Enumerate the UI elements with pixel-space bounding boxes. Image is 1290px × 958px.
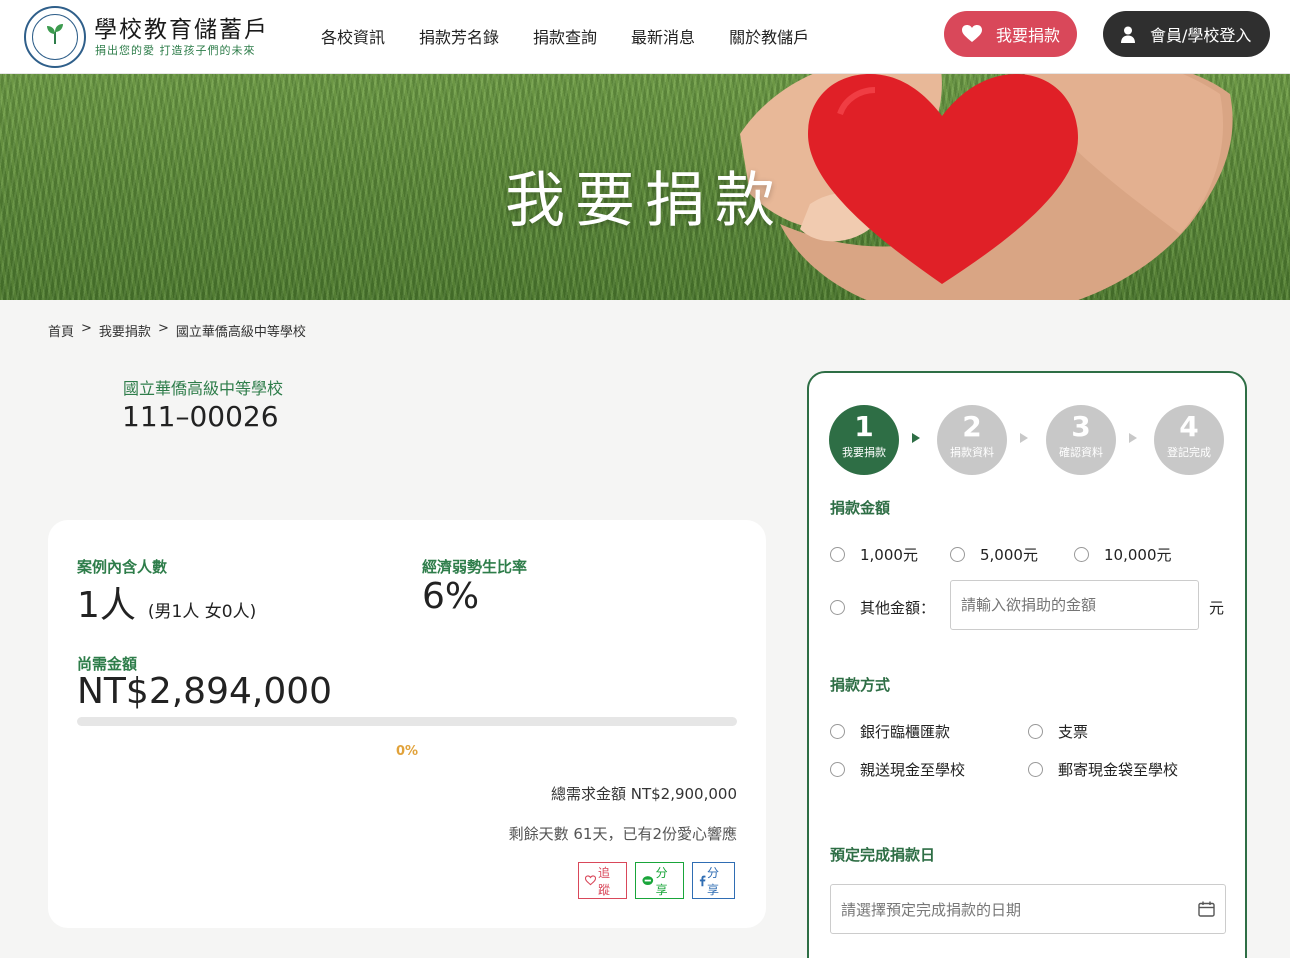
line-share-button[interactable]: 分享 (635, 862, 684, 899)
amount-option-5000[interactable]: 5,000元 (950, 544, 1038, 565)
facebook-share-label: 分享 (707, 865, 720, 897)
nav-item-news[interactable]: 最新消息 (631, 24, 695, 48)
step-4-complete: 4 登記完成 (1154, 405, 1224, 475)
amount-option-10000[interactable]: 10,000元 (1074, 544, 1172, 565)
nav-item-school-info[interactable]: 各校資訊 (321, 24, 385, 48)
method-label: 銀行臨櫃匯款 (860, 723, 951, 741)
radio-button[interactable] (1074, 547, 1089, 562)
step-label: 登記完成 (1167, 446, 1211, 459)
site-title[interactable]: 學校教育儲蓄戶 (94, 10, 269, 44)
line-icon (642, 875, 654, 885)
nav-item-about[interactable]: 關於教儲戶 (729, 24, 809, 48)
method-mail-cash[interactable]: 郵寄現金袋至學校 (1028, 759, 1178, 780)
date-placeholder: 請選擇預定完成捐款的日期 (841, 900, 1022, 919)
donate-button-label: 我要捐款 (996, 26, 1061, 45)
breadcrumb-separator: > (157, 321, 169, 336)
donation-amount-title: 捐款金額 (830, 499, 891, 517)
planned-date-input[interactable]: 請選擇預定完成捐款的日期 (830, 884, 1226, 934)
calendar-icon[interactable] (1198, 901, 1215, 917)
amount-option-label: 5,000元 (980, 546, 1038, 564)
step-number: 3 (1071, 410, 1091, 443)
site-header: 學校教育儲蓄戶 捐出您的愛 打造孩子們的未來 各校資訊 捐款芳名錄 捐款查詢 最… (0, 0, 1290, 74)
radio-button[interactable] (950, 547, 965, 562)
heart-outline-icon (585, 875, 596, 886)
funding-progress-bar (77, 717, 737, 726)
site-slogan: 捐出您的愛 打造孩子們的未來 (95, 44, 256, 57)
school-name: 國立華僑高級中等學校 (123, 379, 284, 398)
heart-icon (962, 25, 982, 42)
track-button[interactable]: 追蹤 (578, 862, 627, 899)
method-label: 親送現金至學校 (860, 761, 966, 779)
radio-button[interactable] (830, 762, 845, 777)
step-arrow-icon (1020, 433, 1028, 443)
amount-option-other[interactable]: 其他金額： (830, 597, 935, 618)
breadcrumb-current: 國立華僑高級中等學校 (175, 325, 306, 340)
remaining-days: 剩餘天數 61天，已有2份愛心響應 (508, 825, 737, 843)
nav-item-donor-list[interactable]: 捐款芳名錄 (419, 24, 499, 48)
amount-option-label: 1,000元 (860, 546, 918, 564)
login-button-label: 會員/學校登入 (1150, 26, 1252, 45)
step-number: 4 (1179, 410, 1199, 443)
step-2-donor-info: 2 捐款資料 (937, 405, 1007, 475)
donation-form-panel: 1 我要捐款 2 捐款資料 3 確認資料 4 登記完成 捐款金額 1,000元 … (807, 371, 1247, 958)
step-label: 確認資料 (1059, 446, 1103, 459)
sprout-icon (47, 24, 63, 44)
radio-button[interactable] (830, 724, 845, 739)
people-count-value: 1人 (77, 585, 136, 626)
step-arrow-icon (912, 433, 920, 443)
track-button-label: 追蹤 (598, 865, 611, 897)
people-count: 1人 (男1人 女0人) (77, 576, 256, 628)
breadcrumb-home[interactable]: 首頁 (48, 321, 74, 340)
disadvantaged-ratio-value: 6% (422, 576, 480, 617)
facebook-icon (699, 875, 706, 887)
amount-needed-value: NT$2,894,000 (77, 671, 333, 712)
user-icon (1121, 26, 1135, 43)
method-label: 郵寄現金袋至學校 (1058, 761, 1179, 779)
breadcrumb-separator: > (81, 321, 92, 336)
amount-option-1000[interactable]: 1,000元 (830, 544, 918, 565)
people-count-label: 案例內含人數 (77, 558, 168, 576)
funding-progress-percent: 0% (396, 744, 419, 759)
hero-banner: 我要捐款 (0, 74, 1290, 300)
people-gender-detail: (男1人 女0人) (147, 602, 257, 622)
donation-method-title: 捐款方式 (830, 676, 891, 694)
other-amount-input[interactable] (950, 580, 1199, 630)
step-label: 我要捐款 (842, 446, 886, 459)
case-id: 111–00026 (122, 400, 279, 433)
method-cash-delivery[interactable]: 親送現金至學校 (830, 759, 965, 780)
donate-button[interactable]: 我要捐款 (944, 11, 1077, 57)
step-1-donate: 1 我要捐款 (829, 405, 899, 475)
amount-option-label: 10,000元 (1104, 546, 1172, 564)
case-stats-card: 案例內含人數 1人 (男1人 女0人) 經濟弱勢生比率 6% 尚需金額 NT$2,… (48, 520, 766, 928)
method-cheque[interactable]: 支票 (1028, 721, 1088, 742)
breadcrumb: 首頁 > 我要捐款 > 國立華僑高級中等學校 (48, 321, 306, 340)
step-label: 捐款資料 (950, 446, 994, 459)
method-label: 支票 (1058, 723, 1089, 741)
ministry-of-education-logo[interactable] (24, 6, 86, 68)
currency-unit: 元 (1209, 599, 1225, 617)
planned-date-title: 預定完成捐款日 (830, 846, 936, 864)
total-needed: 總需求金額 NT$2,900,000 (550, 785, 737, 803)
step-3-confirm: 3 確認資料 (1046, 405, 1116, 475)
login-button[interactable]: 會員/學校登入 (1103, 11, 1270, 57)
method-bank-counter[interactable]: 銀行臨櫃匯款 (830, 721, 950, 742)
step-arrow-icon (1129, 433, 1137, 443)
nav-item-donation-query[interactable]: 捐款查詢 (533, 24, 597, 48)
step-number: 1 (854, 410, 874, 443)
line-share-label: 分享 (655, 865, 668, 897)
share-buttons: 追蹤 分享 分享 (578, 862, 735, 899)
banner-title: 我要捐款 (505, 166, 785, 236)
main-nav: 各校資訊 捐款芳名錄 捐款查詢 最新消息 關於教儲戶 (321, 24, 843, 48)
other-amount-label: 其他金額： (860, 599, 936, 617)
radio-button[interactable] (1028, 762, 1043, 777)
breadcrumb-donate[interactable]: 我要捐款 (99, 321, 151, 340)
radio-button[interactable] (1028, 724, 1043, 739)
radio-button[interactable] (830, 600, 845, 615)
step-number: 2 (962, 410, 982, 443)
facebook-share-button[interactable]: 分享 (692, 862, 735, 899)
disadvantaged-ratio-label: 經濟弱勢生比率 (422, 558, 528, 576)
radio-button[interactable] (830, 547, 845, 562)
